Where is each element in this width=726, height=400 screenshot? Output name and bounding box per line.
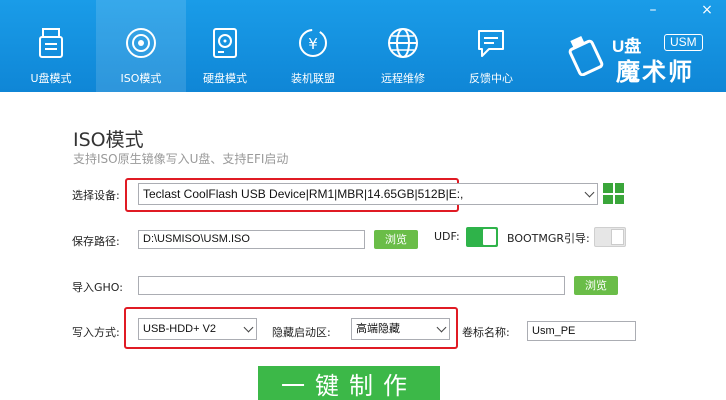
- udf-toggle[interactable]: [466, 227, 498, 247]
- ghost-browse-button[interactable]: 浏览: [574, 276, 618, 295]
- minimize-button[interactable]: –: [640, 2, 666, 20]
- usb-magician-logo-icon: [568, 35, 604, 76]
- bootmgr-label: BOOTMGR引导:: [507, 232, 590, 245]
- ghost-label: 导入GHO:: [72, 281, 123, 294]
- tab-remote-repair[interactable]: 远程维修: [358, 0, 448, 92]
- app-logo: U盘 USM 魔术师: [566, 30, 716, 86]
- volume-input[interactable]: Usm_PE: [527, 321, 636, 341]
- toggle-knob: [611, 229, 624, 245]
- disc-icon: [126, 28, 156, 58]
- write-mode-select[interactable]: USB-HDD+ V2: [138, 318, 257, 340]
- tab-install-alliance-label: 装机联盟: [291, 72, 335, 85]
- globe-icon: [388, 28, 418, 58]
- tab-install-alliance[interactable]: ¥ 装机联盟: [268, 0, 358, 92]
- svg-text:¥: ¥: [308, 35, 318, 53]
- volume-label: 卷标名称:: [462, 326, 510, 339]
- page-subtitle: 支持ISO原生镜像写入U盘、支持EFI启动: [73, 152, 289, 166]
- grid-menu-icon[interactable]: [603, 183, 624, 204]
- tab-feedback-center[interactable]: 反馈中心: [446, 0, 536, 92]
- tab-iso-mode[interactable]: ISO模式: [96, 0, 186, 92]
- hard-disk-icon: [213, 28, 237, 58]
- close-button[interactable]: ×: [694, 2, 720, 20]
- tab-iso-mode-label: ISO模式: [120, 72, 162, 85]
- chevron-down-icon: [584, 187, 595, 198]
- top-navigation-bar: U盘模式 ISO模式 硬盘模式 ¥ 装机联盟 远程维修 反馈中心 – × U盘 …: [0, 0, 726, 92]
- one-click-make-button[interactable]: 一键制作: [258, 366, 440, 400]
- usb-drive-icon: [39, 28, 63, 58]
- write-mode-value: USB-HDD+ V2: [143, 323, 217, 335]
- money-icon: ¥: [299, 29, 327, 57]
- tab-hard-disk-mode[interactable]: 硬盘模式: [180, 0, 270, 92]
- tab-feedback-center-label: 反馈中心: [469, 72, 513, 85]
- save-path-browse-button[interactable]: 浏览: [374, 230, 418, 249]
- bootmgr-toggle[interactable]: [594, 227, 626, 247]
- save-path-label: 保存路径:: [72, 235, 120, 248]
- chat-bubble-icon: [478, 30, 504, 57]
- udf-label: UDF:: [434, 230, 460, 243]
- save-path-input[interactable]: D:\USMISO\USM.ISO: [138, 230, 365, 249]
- hidden-partition-select[interactable]: 高端隐藏: [351, 318, 450, 340]
- device-select[interactable]: Teclast CoolFlash USB Device|RM1|MBR|14.…: [138, 183, 598, 205]
- tab-usb-mode[interactable]: U盘模式: [6, 0, 96, 92]
- logo-usm-badge: USM: [664, 34, 703, 51]
- hidden-partition-value: 高端隐藏: [356, 323, 400, 335]
- write-mode-label: 写入方式:: [72, 326, 120, 339]
- hidden-partition-label: 隐藏启动区:: [272, 326, 331, 339]
- device-select-value: Teclast CoolFlash USB Device|RM1|MBR|14.…: [143, 187, 464, 201]
- tab-usb-mode-label: U盘模式: [30, 72, 72, 85]
- toggle-knob: [483, 229, 496, 245]
- page-title: ISO模式: [73, 129, 144, 151]
- logo-name: 魔术师: [616, 58, 694, 86]
- chevron-down-icon: [243, 322, 254, 333]
- chevron-down-icon: [436, 322, 447, 333]
- tab-hard-disk-mode-label: 硬盘模式: [203, 72, 247, 85]
- device-label: 选择设备:: [72, 189, 120, 202]
- tab-remote-repair-label: 远程维修: [381, 72, 425, 85]
- ghost-input[interactable]: [138, 276, 565, 295]
